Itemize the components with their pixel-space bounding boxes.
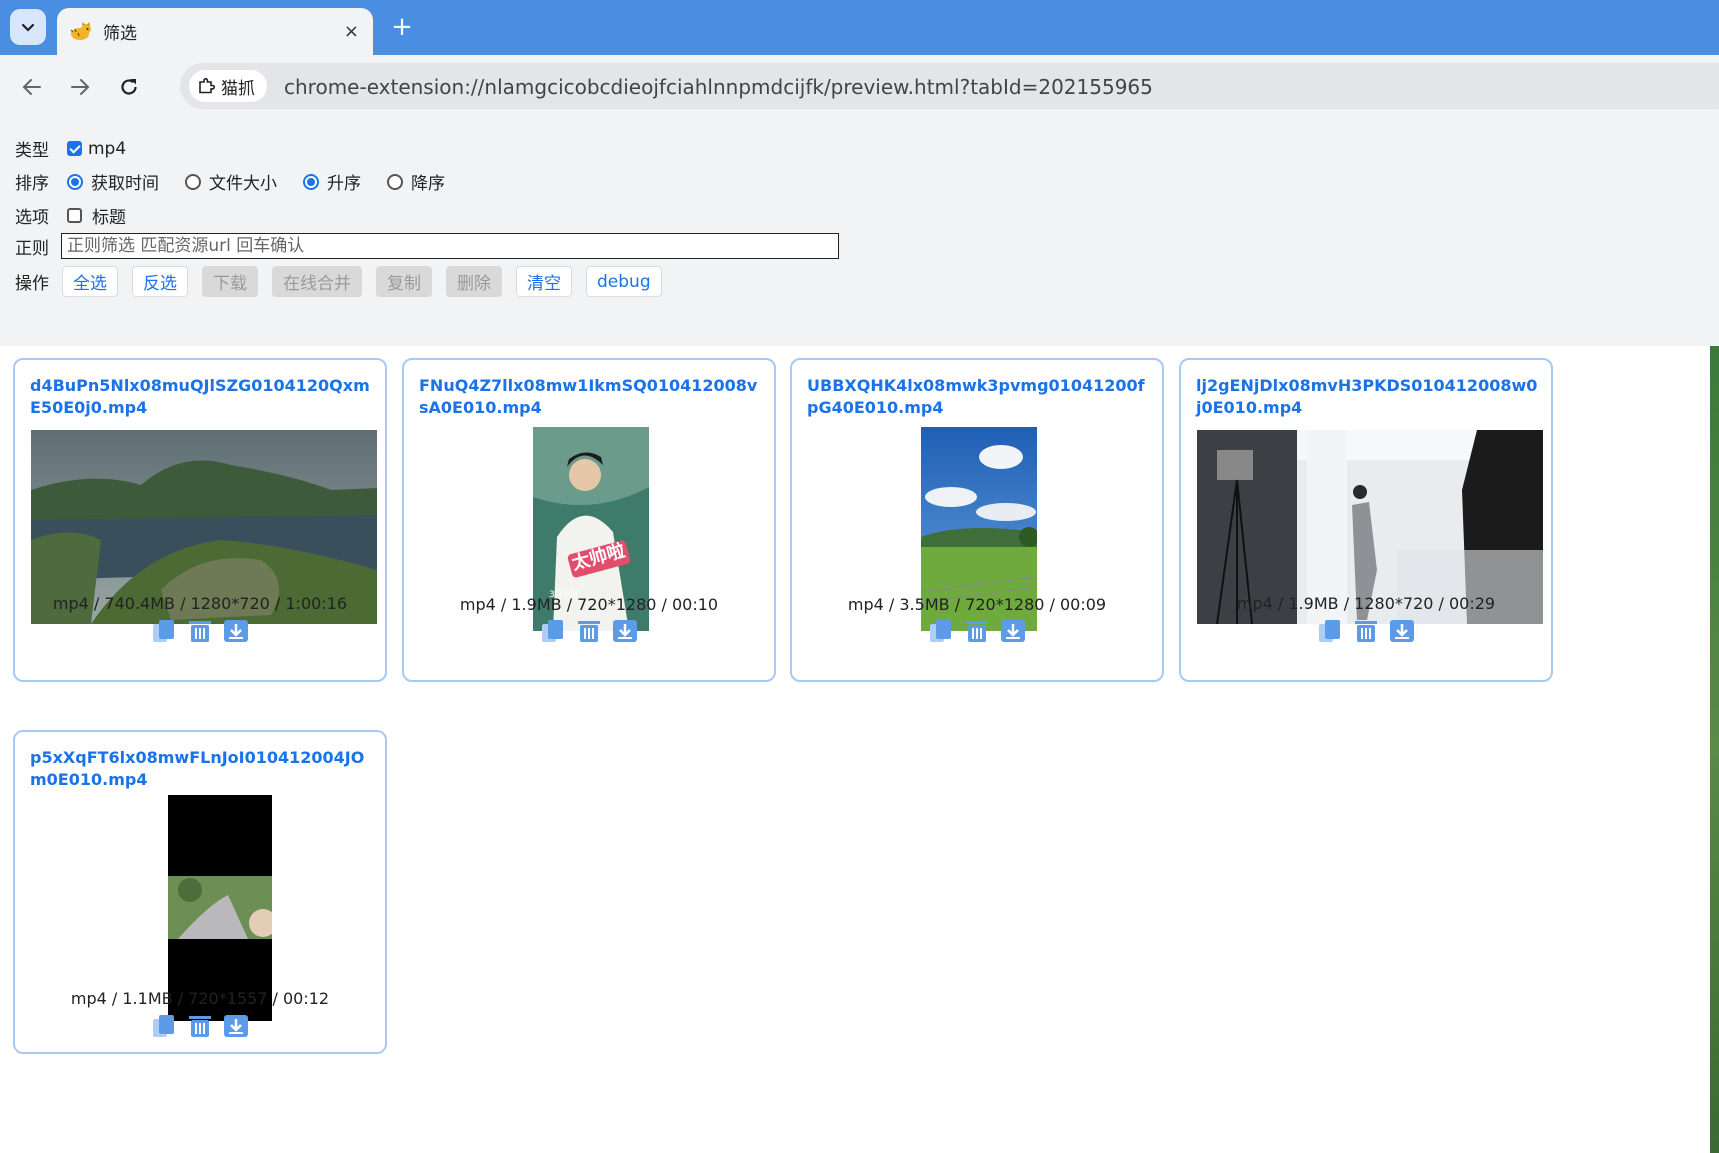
options-row: 选项 标题: [15, 203, 152, 228]
sort-row: 排序 获取时间 文件大小 升序 降序: [15, 169, 471, 194]
reload-icon: [121, 79, 137, 95]
type-label: 类型: [15, 141, 49, 161]
copy-icon[interactable]: [540, 618, 566, 644]
trash-icon[interactable]: [187, 618, 213, 644]
type-option-mp4[interactable]: mp4: [67, 139, 126, 159]
download-icon[interactable]: [612, 618, 638, 644]
card-actions: [15, 1013, 385, 1039]
sort-time-radio[interactable]: [67, 173, 83, 190]
regex-row: 正则: [15, 233, 839, 259]
card-actions: [792, 618, 1162, 644]
option-title[interactable]: 标题: [67, 203, 126, 228]
options-label: 选项: [15, 208, 49, 228]
regex-label: 正则: [15, 238, 49, 259]
media-info: mp4 / 3.5MB / 720*1280 / 00:09: [847, 595, 1107, 614]
title-option-label: 标题: [92, 208, 126, 228]
download-icon[interactable]: [223, 618, 249, 644]
media-info: mp4 / 1.9MB / 720*1280 / 00:10: [459, 595, 719, 614]
media-card[interactable]: lj2gENjDlx08mvH3PKDS010412008w0j0E010.mp…: [1179, 358, 1553, 682]
download-icon[interactable]: [1389, 618, 1415, 644]
puzzle-icon: [199, 78, 215, 94]
tab-search-button[interactable]: [10, 9, 46, 45]
order-desc-radio[interactable]: [387, 173, 403, 190]
copy-icon[interactable]: [151, 618, 177, 644]
mp4-label: mp4: [88, 138, 127, 159]
chevron-down-icon: [21, 23, 35, 32]
copy-icon[interactable]: [151, 1013, 177, 1039]
trash-icon[interactable]: [576, 618, 602, 644]
forward-button[interactable]: [64, 71, 96, 103]
select-all-button[interactable]: 全选: [62, 266, 118, 297]
sort-by-time[interactable]: 获取时间: [67, 169, 159, 194]
sort-by-size[interactable]: 文件大小: [185, 169, 277, 194]
site-info-chip[interactable]: 猫抓: [189, 70, 267, 102]
tab-strip: 筛选 × +: [0, 0, 1719, 55]
debug-button[interactable]: debug: [586, 266, 662, 297]
desktop-edge: [1710, 346, 1719, 1153]
regex-input[interactable]: [61, 233, 839, 259]
trash-icon[interactable]: [964, 618, 990, 644]
order-desc[interactable]: 降序: [387, 169, 445, 194]
sort-size-radio[interactable]: [185, 173, 201, 190]
type-row: 类型 mp4: [15, 136, 152, 162]
actions-label: 操作: [15, 274, 49, 294]
sort-time-label: 获取时间: [91, 174, 159, 194]
back-button[interactable]: [16, 71, 48, 103]
clear-button[interactable]: 清空: [516, 266, 572, 297]
media-card[interactable]: FNuQ4Z7llx08mw1IkmSQ010412008vsA0E010.mp…: [402, 358, 776, 682]
media-info: mp4 / 1.9MB / 1280*720 / 00:29: [1236, 594, 1496, 613]
trash-icon[interactable]: [1353, 618, 1379, 644]
reload-button[interactable]: [113, 71, 145, 103]
download-icon[interactable]: [1000, 618, 1026, 644]
media-filename[interactable]: lj2gENjDlx08mvH3PKDS010412008w0j0E010.mp…: [1196, 375, 1542, 419]
sort-size-label: 文件大小: [209, 174, 277, 194]
delete-button[interactable]: 删除: [446, 266, 502, 297]
order-desc-label: 降序: [411, 174, 445, 194]
copy-button[interactable]: 复制: [376, 266, 432, 297]
order-asc-radio[interactable]: [303, 173, 319, 190]
media-filename[interactable]: d4BuPn5Nlx08muQJlSZG0104120QxmE50E0j0.mp…: [30, 375, 376, 419]
media-filename[interactable]: p5xXqFT6lx08mwFLnJoI010412004JOm0E010.mp…: [30, 747, 376, 791]
title-checkbox[interactable]: [67, 208, 82, 223]
card-actions: [15, 618, 385, 644]
url-text[interactable]: chrome-extension://nlamgcicobcdieojfciah…: [284, 75, 1153, 99]
media-info: mp4 / 1.1MB / 720*1557 / 00:12: [70, 989, 330, 1008]
copy-icon[interactable]: [928, 618, 954, 644]
browser-toolbar: 猫抓 chrome-extension://nlamgcicobcdieojfc…: [0, 55, 1719, 118]
download-button[interactable]: 下载: [202, 266, 258, 297]
address-bar[interactable]: 猫抓 chrome-extension://nlamgcicobcdieojfc…: [180, 63, 1719, 109]
media-info: mp4 / 740.4MB / 1280*720 / 1:00:16: [52, 594, 348, 613]
arrow-right-icon: [71, 79, 90, 95]
card-actions: [1181, 618, 1551, 644]
trash-icon[interactable]: [187, 1013, 213, 1039]
sort-label: 排序: [15, 174, 49, 194]
mp4-checkbox[interactable]: [67, 141, 82, 156]
order-asc[interactable]: 升序: [303, 169, 361, 194]
order-asc-label: 升序: [327, 174, 361, 194]
video-thumbnail[interactable]: [168, 795, 272, 1021]
actions-row: 操作 全选 反选 下载 在线合并 复制 删除 清空 debug: [15, 266, 676, 297]
active-tab[interactable]: 筛选 ×: [57, 8, 373, 55]
tab-title: 筛选: [103, 24, 137, 44]
filter-panel: 类型 mp4 排序 获取时间 文件大小 升序 降序 选项 标题 正则 正则筛选 …: [0, 118, 1719, 346]
cat-favicon-icon: [70, 21, 91, 40]
media-filename[interactable]: FNuQ4Z7llx08mw1IkmSQ010412008vsA0E010.mp…: [419, 375, 765, 419]
card-actions: [404, 618, 774, 644]
arrow-left-icon: [22, 79, 41, 95]
tab-close-icon[interactable]: ×: [344, 21, 359, 42]
media-card[interactable]: UBBXQHK4lx08mwk3pvmg01041200fpG40E010.mp…: [790, 358, 1164, 682]
copy-icon[interactable]: [1317, 618, 1343, 644]
media-filename[interactable]: UBBXQHK4lx08mwk3pvmg01041200fpG40E010.mp…: [807, 375, 1153, 419]
download-icon[interactable]: [223, 1013, 249, 1039]
media-card[interactable]: p5xXqFT6lx08mwFLnJoI010412004JOm0E010.mp…: [13, 730, 387, 1054]
new-tab-button[interactable]: +: [387, 12, 417, 42]
online-merge-button[interactable]: 在线合并: [272, 266, 362, 297]
site-chip-label: 猫抓: [221, 78, 255, 99]
media-card[interactable]: d4BuPn5Nlx08muQJlSZG0104120QxmE50E0j0.mp…: [13, 358, 387, 682]
invert-selection-button[interactable]: 反选: [132, 266, 188, 297]
